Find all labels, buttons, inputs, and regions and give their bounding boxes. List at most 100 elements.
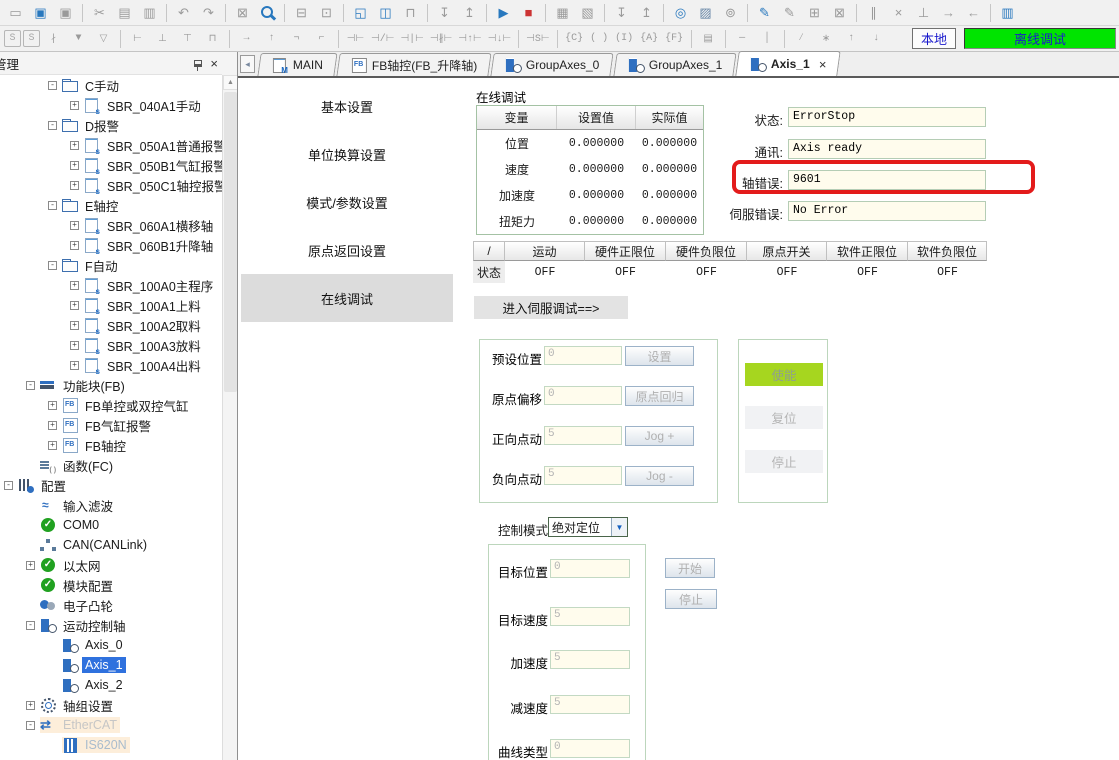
tree-item[interactable]: +SBR_100A2取料 bbox=[0, 315, 222, 335]
motion-input[interactable]: 5 bbox=[550, 650, 630, 669]
collapse-icon[interactable]: - bbox=[48, 81, 57, 90]
down-hollow-icon[interactable]: ▽ bbox=[92, 29, 115, 49]
test-icon[interactable]: ⊥ bbox=[912, 3, 935, 23]
expand-icon[interactable]: + bbox=[70, 101, 79, 110]
copy-icon[interactable]: ▤ bbox=[113, 3, 136, 23]
expand-icon[interactable]: + bbox=[70, 221, 79, 230]
coil-c-icon[interactable]: {C} bbox=[563, 29, 586, 49]
control-mode-select[interactable]: 绝对定位 ▼ bbox=[548, 517, 628, 537]
down-solid-icon[interactable]: ▼ bbox=[67, 29, 90, 49]
delete-all-lines-icon[interactable]: ∗ bbox=[815, 29, 838, 49]
tree-item[interactable]: 函数(FC) bbox=[0, 455, 222, 475]
tree-item[interactable]: +SBR_060B1升降轴 bbox=[0, 235, 222, 255]
jog-input[interactable]: 0 bbox=[544, 386, 622, 405]
tree-item[interactable]: CAN(CANLink) bbox=[0, 535, 222, 555]
download-all-icon[interactable]: ↧ bbox=[610, 3, 633, 23]
window-export-icon[interactable]: ◫ bbox=[374, 3, 397, 23]
expand-icon[interactable]: + bbox=[70, 281, 79, 290]
move-up-icon[interactable]: ↑ bbox=[840, 29, 863, 49]
motion-input[interactable]: 5 bbox=[550, 607, 630, 626]
reset-block-icon[interactable]: S bbox=[23, 30, 40, 47]
start-button[interactable]: 开始 bbox=[665, 558, 715, 578]
expand-icon[interactable]: + bbox=[70, 141, 79, 150]
delete-line-icon[interactable]: ∕ bbox=[790, 29, 813, 49]
upload-all-icon[interactable]: ↥ bbox=[635, 3, 658, 23]
clear-table-icon[interactable]: ⊠ bbox=[828, 3, 851, 23]
cut-icon[interactable]: ✂ bbox=[88, 3, 111, 23]
jump-in-icon[interactable]: → bbox=[937, 3, 960, 23]
save-all-icon[interactable]: ▣ bbox=[54, 3, 77, 23]
enable-button[interactable]: 使能 bbox=[745, 363, 823, 386]
tree-item[interactable]: +SBR_060A1横移轴 bbox=[0, 215, 222, 235]
expand-icon[interactable]: + bbox=[26, 701, 35, 710]
open-project-icon[interactable]: ▭ bbox=[4, 3, 27, 23]
home-return-button[interactable]: 原点回归 bbox=[625, 386, 694, 406]
ladder-branch3-icon[interactable]: ⊤ bbox=[176, 29, 199, 49]
reset-button[interactable]: 复位 bbox=[745, 406, 823, 429]
remove-cell-icon[interactable]: × bbox=[887, 3, 910, 23]
jog-plus-button[interactable]: Jog + bbox=[625, 426, 694, 446]
settings-menu-item[interactable]: 模式/参数设置 bbox=[241, 178, 453, 226]
ladder-branch2-icon[interactable]: ⊥ bbox=[151, 29, 174, 49]
scrollbar-thumb[interactable] bbox=[224, 92, 237, 392]
tab-fb-fb-[interactable]: FB轴控(FB_升降轴) bbox=[336, 53, 492, 76]
expand-icon[interactable]: + bbox=[70, 181, 79, 190]
tree-item[interactable]: +SBR_040A1手动 bbox=[0, 95, 222, 115]
collapse-icon[interactable]: - bbox=[48, 261, 57, 270]
delete-icon[interactable]: ⊠ bbox=[231, 3, 254, 23]
sidebar-scrollbar[interactable]: ▲ bbox=[222, 75, 237, 760]
tab-groupaxes-1[interactable]: GroupAxes_1 bbox=[613, 53, 737, 76]
window-copy-icon[interactable]: ◱ bbox=[349, 3, 372, 23]
line-corner1-icon[interactable]: ¬ bbox=[285, 29, 308, 49]
collapse-icon[interactable]: - bbox=[26, 621, 35, 630]
settings-menu-item[interactable]: 在线调试 bbox=[241, 274, 453, 322]
expand-icon[interactable]: + bbox=[70, 161, 79, 170]
line-corner2-icon[interactable]: ⌐ bbox=[310, 29, 333, 49]
tree-item[interactable]: Axis_2 bbox=[0, 675, 222, 695]
contact-falling-icon[interactable]: ⊣↓⊢ bbox=[486, 29, 513, 49]
expand-icon[interactable]: + bbox=[48, 401, 57, 410]
tree-item[interactable]: +SBR_100A4出料 bbox=[0, 355, 222, 375]
tree-item[interactable]: +SBR_100A3放料 bbox=[0, 335, 222, 355]
tree-item[interactable]: +FB气缸报警 bbox=[0, 415, 222, 435]
monitor-icon[interactable]: ◎ bbox=[669, 3, 692, 23]
jog-input[interactable]: 5 bbox=[544, 466, 622, 485]
batch-edit-icon[interactable]: ⊞ bbox=[803, 3, 826, 23]
jump-out-icon[interactable]: ← bbox=[962, 3, 985, 23]
enter-servo-debug-button[interactable]: 进入伺服调试==> bbox=[474, 296, 628, 319]
vline-icon[interactable]: │ bbox=[756, 29, 779, 49]
contact-no-icon[interactable]: ⊣⊢ bbox=[344, 29, 367, 49]
upload-icon[interactable]: ↥ bbox=[458, 3, 481, 23]
expand-icon[interactable]: + bbox=[70, 241, 79, 250]
tree-item[interactable]: +FB单控或双控气缸 bbox=[0, 395, 222, 415]
coil-f-icon[interactable]: {F} bbox=[663, 29, 686, 49]
offline-debug-mode-button[interactable]: 离线调试 bbox=[964, 28, 1116, 49]
tree-item[interactable]: Axis_1 bbox=[0, 655, 222, 675]
tree-item[interactable]: 电子凸轮 bbox=[0, 595, 222, 615]
undo-icon[interactable]: ↶ bbox=[172, 3, 195, 23]
jog-input[interactable]: 0 bbox=[544, 346, 622, 365]
collapse-icon[interactable]: - bbox=[4, 481, 13, 490]
device-panel-icon[interactable]: ▥ bbox=[996, 3, 1019, 23]
tree-item[interactable]: COM0 bbox=[0, 515, 222, 535]
settings-menu-item[interactable]: 单位换算设置 bbox=[241, 130, 453, 178]
scroll-up-icon[interactable]: ▲ bbox=[223, 75, 238, 90]
coil-icon[interactable]: ( ) bbox=[588, 29, 611, 49]
tab-scroll-left-button[interactable]: ◂ bbox=[240, 55, 255, 73]
expand-icon[interactable]: + bbox=[70, 361, 79, 370]
expand-icon[interactable]: + bbox=[70, 301, 79, 310]
coil-a-icon[interactable]: {A} bbox=[638, 29, 661, 49]
print-preview-icon[interactable]: ⊟ bbox=[290, 3, 313, 23]
tree-item[interactable]: +SBR_050B1气缸报警 bbox=[0, 155, 222, 175]
contact-rising-icon[interactable]: ⊣↑⊢ bbox=[456, 29, 483, 49]
insert-cell-icon[interactable]: ∥ bbox=[862, 3, 885, 23]
tree-item[interactable]: -功能块(FB) bbox=[0, 375, 222, 395]
tree-item[interactable]: +FB轴控 bbox=[0, 435, 222, 455]
time-monitor-icon[interactable]: ⊚ bbox=[719, 3, 742, 23]
move-down-icon[interactable]: ↓ bbox=[865, 29, 888, 49]
tree-item[interactable]: +SBR_100A1上料 bbox=[0, 295, 222, 315]
word-monitor-icon[interactable]: ▨ bbox=[694, 3, 717, 23]
motion-input[interactable]: 5 bbox=[550, 695, 630, 714]
collapse-icon[interactable]: - bbox=[26, 721, 35, 730]
tab-main[interactable]: MAIN bbox=[257, 53, 337, 76]
